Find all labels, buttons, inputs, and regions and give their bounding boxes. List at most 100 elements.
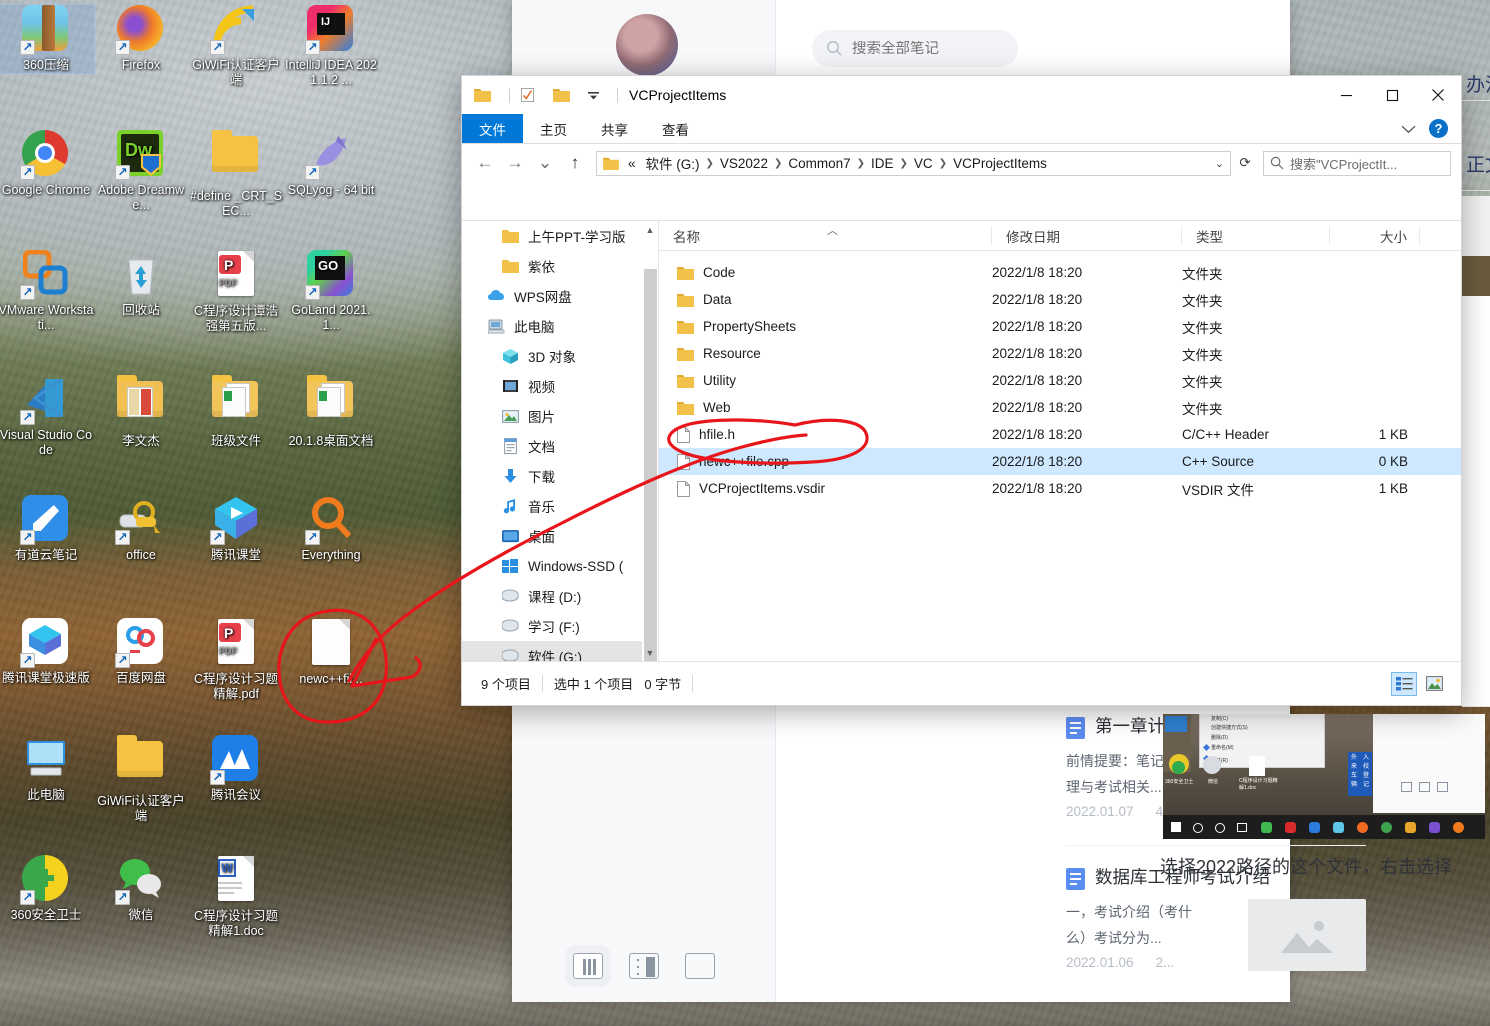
minimize-button[interactable] xyxy=(1323,76,1369,114)
two-column-view-button[interactable] xyxy=(629,953,659,979)
desktop-icon[interactable]: ↗ Google Chrome xyxy=(0,130,94,198)
search-input[interactable] xyxy=(852,40,992,57)
customize-chevron-down-icon[interactable] xyxy=(587,89,600,102)
desktop-icon[interactable]: ↗ 360安全卫士 xyxy=(0,855,94,923)
desktop-icon[interactable]: 班级文件 xyxy=(188,375,284,449)
forward-button[interactable]: → xyxy=(500,148,530,178)
column-header-type[interactable]: 类型 xyxy=(1182,226,1330,245)
nav-pane-item[interactable]: 课程 (D:) xyxy=(462,581,658,611)
nav-pane-item[interactable]: Windows-SSD ( xyxy=(462,551,658,581)
properties-icon[interactable] xyxy=(519,88,536,102)
desktop-icon[interactable]: ↗ SQLyog - 64 bit xyxy=(283,130,379,198)
desktop-icon[interactable]: 此电脑 xyxy=(0,735,94,803)
desktop-icon[interactable]: ↗ office xyxy=(93,495,189,563)
desktop-icon[interactable]: Dw ↗ Adobe Dreamwe... xyxy=(93,130,189,213)
address-bar[interactable]: « 软件 (G:) ❯ VS2022 ❯ Common7 ❯ IDE ❯ VC … xyxy=(596,150,1231,176)
nav-pane-item[interactable]: 软件 (G:) xyxy=(462,641,658,661)
desktop-icon[interactable]: GiWiFi认证客户端 xyxy=(93,735,189,824)
breadcrumb-item-5[interactable]: VCProjectItems xyxy=(948,156,1052,171)
table-row[interactable]: Resource 2022/1/8 18:20 文件夹 xyxy=(659,340,1461,367)
navigation-pane-scrollbar[interactable]: ▲ ▼ xyxy=(642,221,658,661)
column-header-date[interactable]: 修改日期 xyxy=(992,226,1182,245)
desktop-icon[interactable]: ↗ 百度网盘 xyxy=(93,618,189,686)
scroll-up-icon[interactable]: ▲ xyxy=(642,221,658,238)
desktop-icon[interactable]: W C程序设计习题精解1.doc xyxy=(188,855,284,939)
desktop-icon[interactable]: 回收站 xyxy=(93,250,189,318)
folder-icon[interactable] xyxy=(474,88,491,102)
desktop-icon[interactable]: GO ↗ GoLand 2021.1... xyxy=(283,250,379,333)
table-row[interactable]: Web 2022/1/8 18:20 文件夹 xyxy=(659,394,1461,421)
nav-pane-item[interactable]: 图片 xyxy=(462,401,658,431)
breadcrumb-item-1[interactable]: VS2022 xyxy=(715,156,773,171)
close-button[interactable] xyxy=(1415,76,1461,114)
nav-pane-item[interactable]: 上午PPT-学习版 xyxy=(462,221,658,251)
nav-pane-item[interactable]: 文档 xyxy=(462,431,658,461)
recent-locations-button[interactable]: ⌄ xyxy=(530,148,560,178)
tab-view[interactable]: 查看 xyxy=(645,114,706,143)
scrollbar-thumb[interactable] xyxy=(644,269,657,661)
nav-pane-item[interactable]: 音乐 xyxy=(462,491,658,521)
desktop-icon[interactable]: ↗ 360压缩 xyxy=(0,4,95,74)
search-box[interactable] xyxy=(812,30,1018,67)
desktop-icon[interactable]: ↗ 腾讯课堂 xyxy=(188,495,284,563)
breadcrumb-item-2[interactable]: Common7 xyxy=(783,156,855,171)
scroll-down-icon[interactable]: ▼ xyxy=(642,644,658,661)
desktop-icon[interactable]: ↗ 腾讯会议 xyxy=(188,735,284,803)
refresh-button[interactable]: ⟳ xyxy=(1231,151,1259,176)
table-row[interactable]: Data 2022/1/8 18:20 文件夹 xyxy=(659,286,1461,313)
nav-pane-item[interactable]: 3D 对象 xyxy=(462,341,658,371)
tab-home[interactable]: 主页 xyxy=(523,114,584,143)
nav-pane-item[interactable]: WPS网盘 xyxy=(462,281,658,311)
explorer-search-box[interactable]: 搜索"VCProjectIt... xyxy=(1263,150,1451,176)
table-row[interactable]: Utility 2022/1/8 18:20 文件夹 xyxy=(659,367,1461,394)
breadcrumb-prefix[interactable]: « xyxy=(623,156,641,171)
desktop-icon[interactable]: P PDF C程序设计习题精解.pdf xyxy=(188,618,284,702)
column-header-size[interactable]: 大小 xyxy=(1330,226,1420,245)
avatar[interactable] xyxy=(616,14,678,76)
three-column-view-button[interactable] xyxy=(565,945,611,987)
tab-file[interactable]: 文件 xyxy=(462,114,523,143)
nav-pane-item[interactable]: 此电脑 xyxy=(462,311,658,341)
nav-pane-item[interactable]: 视频 xyxy=(462,371,658,401)
tab-share[interactable]: 共享 xyxy=(584,114,645,143)
back-button[interactable]: ← xyxy=(470,148,500,178)
up-button[interactable]: ↑ xyxy=(560,148,590,178)
desktop-icon[interactable]: 李文杰 xyxy=(93,375,189,449)
desktop-icon[interactable]: IJ ↗ IntelliJ IDEA 2021.1.2 ... xyxy=(283,5,379,88)
new-folder-icon[interactable] xyxy=(553,88,570,102)
nav-pane-item[interactable]: 紫依 xyxy=(462,251,658,281)
list-item[interactable]: 数据库工程师考试介绍 一，考试介绍（考什么）考试分为... 2022.01.06… xyxy=(1066,866,1366,971)
desktop-icon[interactable]: ↗ Everything xyxy=(283,495,379,563)
desktop-icon[interactable]: P PDF C程序设计谭浩强第五版... xyxy=(188,250,284,334)
nav-pane-item[interactable]: 学习 (F:) xyxy=(462,611,658,641)
desktop-icon[interactable]: ↗ 微信 xyxy=(93,855,189,923)
table-row[interactable]: VCProjectItems.vsdir 2022/1/8 18:20 VSDIR … xyxy=(659,475,1461,502)
nav-pane-item[interactable]: 桌面 xyxy=(462,521,658,551)
table-row[interactable]: PropertySheets 2022/1/8 18:20 文件夹 xyxy=(659,313,1461,340)
breadcrumb-item-4[interactable]: VC xyxy=(909,156,938,171)
desktop-icon[interactable]: 20.1.8桌面文档 xyxy=(283,375,379,449)
desktop-icon[interactable]: ↗ Firefox xyxy=(93,5,189,73)
desktop-icon[interactable]: ↗ Visual Studio Code xyxy=(0,375,94,458)
help-icon[interactable]: ? xyxy=(1429,119,1448,138)
nav-pane-item[interactable]: 下载 xyxy=(462,461,658,491)
breadcrumb-item-0[interactable]: 软件 (G:) xyxy=(641,153,705,173)
breadcrumb-item-3[interactable]: IDE xyxy=(866,156,899,171)
desktop-icon[interactable]: ↗ GiWiFi认证客户端 xyxy=(188,5,284,88)
desktop-icon[interactable]: #define _CRT_SEC... xyxy=(188,130,284,219)
large-icons-view-button[interactable] xyxy=(1421,672,1447,696)
table-row[interactable]: hfile.h 2022/1/8 18:20 C/C++ Header 1 KB xyxy=(659,421,1461,448)
desktop-icon[interactable]: ↗ VMware Workstati... xyxy=(0,249,94,333)
table-row[interactable]: newc++file.cpp 2022/1/8 18:20 C++ Source 0 … xyxy=(659,448,1461,475)
maximize-button[interactable] xyxy=(1369,76,1415,114)
column-header-name[interactable]: 名称 xyxy=(659,226,992,245)
address-dropdown-icon[interactable]: ⌄ xyxy=(1209,157,1224,170)
chevron-down-icon[interactable] xyxy=(1401,124,1416,134)
desktop-icon[interactable]: ↗ 有道云笔记 xyxy=(0,495,94,563)
details-view-button[interactable] xyxy=(1391,671,1417,696)
nav-pane-item-label: 此电脑 xyxy=(514,320,555,335)
desktop-icon[interactable]: newc++fil... xyxy=(283,618,379,687)
single-column-view-button[interactable] xyxy=(685,953,715,979)
desktop-icon[interactable]: ↗ 腾讯课堂极速版 xyxy=(0,618,94,686)
table-row[interactable]: Code 2022/1/8 18:20 文件夹 xyxy=(659,259,1461,286)
